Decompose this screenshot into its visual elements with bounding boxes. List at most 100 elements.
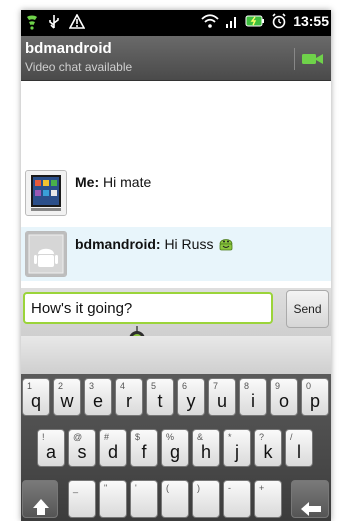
key-x[interactable]: " xyxy=(99,480,127,518)
key-alt: 3 xyxy=(89,381,95,391)
key-alt: + xyxy=(259,483,265,493)
shift-key[interactable] xyxy=(22,480,58,518)
message-row: bdmandroid: Hi Russ xyxy=(21,227,331,281)
key-i[interactable]: 8i xyxy=(239,378,267,416)
contact-status: Video chat available xyxy=(25,60,133,74)
key-label: h xyxy=(200,442,211,462)
key-label: f xyxy=(141,442,147,462)
message-sender: Me: xyxy=(75,174,100,190)
key-m[interactable]: + xyxy=(254,480,282,518)
status-left-icons xyxy=(25,14,85,30)
key-s[interactable]: @ s xyxy=(68,429,96,467)
smiley-android-icon xyxy=(219,239,233,251)
status-time: 13:55 xyxy=(293,13,329,29)
key-alt: - xyxy=(228,483,231,493)
key-label: o xyxy=(278,391,289,411)
status-right-icons: 13:55 xyxy=(201,13,329,29)
key-alt: 0 xyxy=(306,381,312,391)
avatar xyxy=(25,170,67,216)
send-button[interactable]: Send xyxy=(286,290,329,328)
phone-screen: 13:55 bdmandroid Video chat available Me… xyxy=(21,10,331,521)
key-label: p xyxy=(309,391,320,411)
key-j[interactable]: * j xyxy=(223,429,251,467)
notification-icon xyxy=(27,15,37,30)
message-body: Hi mate xyxy=(103,174,152,190)
key-f[interactable]: $ f xyxy=(130,429,158,467)
key-a[interactable]: ! a xyxy=(37,429,65,467)
battery-icon xyxy=(245,15,265,27)
key-alt: / xyxy=(290,432,293,442)
key-y[interactable]: 6y xyxy=(177,378,205,416)
key-label: e xyxy=(92,391,103,411)
key-t[interactable]: 5t xyxy=(146,378,174,416)
key-label: u xyxy=(216,391,227,411)
key-alt: % xyxy=(166,432,175,442)
message-row: Me: Hi mate xyxy=(21,166,331,220)
key-label: s xyxy=(77,442,87,462)
key-alt: # xyxy=(104,432,110,442)
key-label: d xyxy=(107,442,118,462)
key-label: k xyxy=(263,442,273,462)
warning-icon xyxy=(69,14,85,29)
key-label: r xyxy=(126,391,132,411)
key-w[interactable]: 2w xyxy=(53,378,81,416)
usb-icon xyxy=(49,15,59,29)
android-avatar-icon xyxy=(26,232,66,276)
key-p[interactable]: 0p xyxy=(301,378,329,416)
message-text: Me: Hi mate xyxy=(75,174,151,190)
key-alt: ! xyxy=(42,432,45,442)
contact-name: bdmandroid xyxy=(25,40,112,57)
chat-area[interactable]: Me: Hi mate bdmandroid: Hi Russ xyxy=(21,81,331,291)
key-c[interactable]: ' xyxy=(130,480,158,518)
backspace-icon xyxy=(301,502,321,516)
alarm-icon xyxy=(272,13,286,29)
message-input[interactable] xyxy=(23,292,273,324)
shift-icon xyxy=(33,499,49,515)
header-divider xyxy=(294,48,295,70)
phone-photo-icon xyxy=(26,171,66,215)
key-alt: ) xyxy=(197,483,200,493)
key-alt: 7 xyxy=(213,381,219,391)
key-label: a xyxy=(45,442,56,462)
key-h[interactable]: & h xyxy=(192,429,220,467)
key-q[interactable]: 1q xyxy=(22,378,50,416)
key-r[interactable]: 4r xyxy=(115,378,143,416)
key-label: l xyxy=(297,442,301,462)
suggestion-strip[interactable] xyxy=(21,336,331,375)
key-label: q xyxy=(30,391,41,411)
message-sender: bdmandroid: xyxy=(75,236,161,252)
key-d[interactable]: # d xyxy=(99,429,127,467)
key-label: j xyxy=(235,442,239,462)
avatar xyxy=(25,231,67,277)
key-alt: $ xyxy=(135,432,141,442)
compose-bar: Send xyxy=(21,288,331,347)
message-body: Hi Russ xyxy=(164,236,214,252)
key-o[interactable]: 9o xyxy=(270,378,298,416)
key-alt: 4 xyxy=(120,381,126,391)
key-alt: 9 xyxy=(275,381,281,391)
key-u[interactable]: 7u xyxy=(208,378,236,416)
key-alt: & xyxy=(197,432,204,442)
key-k[interactable]: ? k xyxy=(254,429,282,467)
key-alt: ? xyxy=(259,432,265,442)
key-v[interactable]: ( xyxy=(161,480,189,518)
key-e[interactable]: 3e xyxy=(84,378,112,416)
key-alt: " xyxy=(104,483,108,493)
key-alt: ( xyxy=(166,483,169,493)
message-text: bdmandroid: Hi Russ xyxy=(75,235,235,252)
key-label: g xyxy=(169,442,180,462)
chat-header: bdmandroid Video chat available xyxy=(21,36,331,81)
key-alt: * xyxy=(228,432,232,442)
signal-icon xyxy=(226,17,237,28)
soft-keyboard: 1q 2w 3e 4r 5t 6y 7u 8i 9o 0p ! a @ s # d $… xyxy=(21,374,331,521)
key-alt: ' xyxy=(135,483,137,493)
key-b[interactable]: ) xyxy=(192,480,220,518)
key-l[interactable]: / l xyxy=(285,429,313,467)
key-z[interactable]: _ xyxy=(68,480,96,518)
video-chat-icon[interactable] xyxy=(301,50,325,68)
key-label: i xyxy=(251,391,255,411)
delete-key[interactable] xyxy=(291,480,329,518)
key-label: y xyxy=(186,391,196,411)
key-n[interactable]: - xyxy=(223,480,251,518)
key-g[interactable]: % g xyxy=(161,429,189,467)
